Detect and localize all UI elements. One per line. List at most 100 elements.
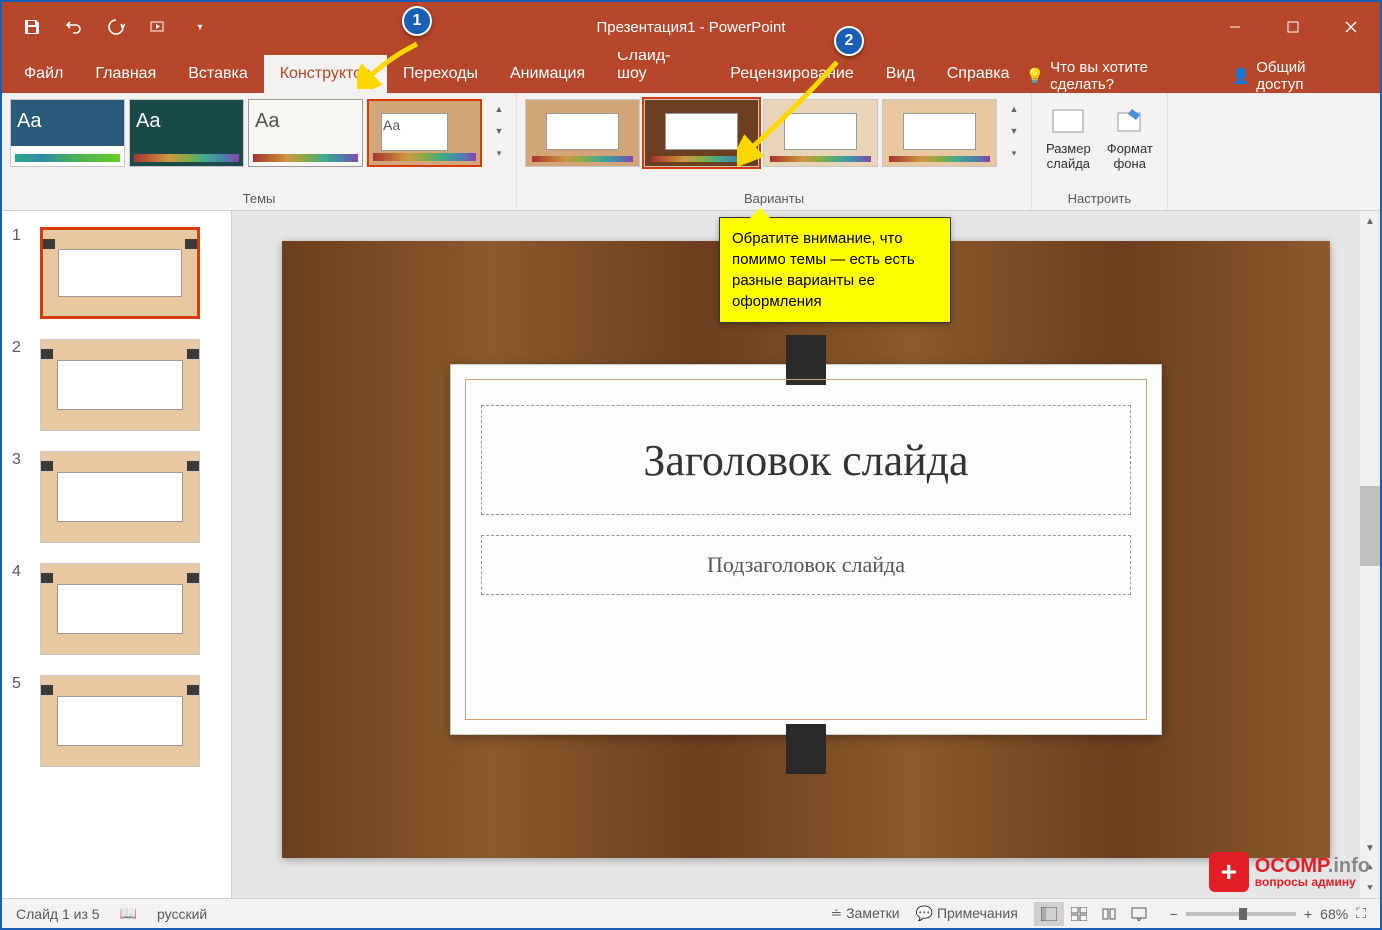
share-label: Общий доступ (1256, 59, 1354, 93)
annotation-arrow-2 (737, 57, 847, 167)
zoom-slider[interactable] (1186, 912, 1296, 916)
slide-thumbnail[interactable] (40, 675, 200, 767)
tab-help[interactable]: Справка (931, 55, 1026, 93)
slide-thumbnails-panel[interactable]: 1 2 3 4 5 (2, 211, 232, 898)
tab-file[interactable]: Файл (8, 55, 79, 93)
tell-me-search[interactable]: 💡 Что вы хотите сделать? (1025, 59, 1211, 93)
window-controls (1206, 2, 1380, 52)
slide-number: 4 (12, 563, 30, 581)
theme-thumbnail[interactable]: Aa (129, 99, 244, 167)
slide-sorter-view-icon[interactable] (1064, 902, 1094, 926)
format-background-icon (1112, 103, 1148, 139)
status-bar: Слайд 1 из 5 📖 русский ≐ Заметки 💬 Приме… (2, 898, 1380, 928)
ribbon-tabs: Файл Главная Вставка Конструктор Переход… (2, 52, 1380, 93)
theme-thumbnail[interactable]: Aa (248, 99, 363, 167)
gallery-expand-icon[interactable]: ▾ (1006, 143, 1022, 163)
slide-size-icon (1050, 103, 1086, 139)
tell-me-label: Что вы хотите сделать? (1050, 59, 1211, 93)
slide-counter: Слайд 1 из 5 (16, 906, 100, 922)
close-button[interactable] (1322, 2, 1380, 52)
zoom-in-button[interactable]: + (1304, 906, 1312, 922)
reading-view-icon[interactable] (1094, 902, 1124, 926)
tab-animations[interactable]: Анимация (494, 55, 601, 93)
slide-thumbnail[interactable] (40, 563, 200, 655)
slide-thumbnail-item[interactable]: 1 (12, 227, 221, 319)
normal-view-icon[interactable] (1034, 902, 1064, 926)
quick-access-toolbar: ▾ (2, 15, 230, 39)
themes-group: Aa Aa Aa Aa ▲ ▼ ▾ Темы (2, 93, 517, 210)
language-indicator[interactable]: русский (157, 906, 207, 922)
annotation-marker-2: 2 (834, 26, 864, 56)
annotation-arrow-1 (357, 39, 427, 89)
gallery-up-icon[interactable]: ▲ (1006, 99, 1022, 119)
watermark-sub: вопросы админу (1255, 876, 1370, 888)
annotation-callout: Обратите внимание, что помимо темы — ест… (719, 217, 951, 323)
subtitle-placeholder[interactable]: Подзаголовок слайда (481, 535, 1132, 595)
workspace: 1 2 3 4 5 Заголовок слайда Подзаго (2, 211, 1380, 898)
themes-group-label: Темы (243, 187, 276, 210)
slide-thumbnail-item[interactable]: 4 (12, 563, 221, 655)
slide-size-label: Размер слайда (1046, 141, 1091, 171)
slide-thumbnail-item[interactable]: 5 (12, 675, 221, 767)
zoom-percent[interactable]: 68% (1320, 906, 1348, 922)
variant-thumbnail[interactable] (882, 99, 997, 167)
spellcheck-icon[interactable]: 📖 (120, 905, 137, 922)
gallery-down-icon[interactable]: ▼ (1006, 121, 1022, 141)
clip-decoration-bottom (786, 724, 826, 774)
tab-view[interactable]: Вид (870, 55, 931, 93)
slide-number: 5 (12, 675, 30, 693)
share-icon: 👤 (1232, 67, 1251, 85)
fit-to-window-icon[interactable]: ⛶ (1356, 905, 1366, 922)
slide-canvas[interactable]: Заголовок слайда Подзаголовок слайда (282, 241, 1330, 858)
vertical-scrollbar[interactable]: ▲ ▼ ⯅ ⯆ (1360, 211, 1380, 898)
zoom-out-button[interactable]: − (1170, 906, 1178, 922)
format-background-button[interactable]: Формат фона (1101, 99, 1159, 175)
start-from-beginning-icon[interactable] (146, 15, 170, 39)
zoom-control: − + 68% ⛶ (1170, 905, 1366, 922)
gallery-expand-icon[interactable]: ▾ (491, 143, 507, 163)
watermark-info: .info (1328, 855, 1370, 877)
watermark-badge-icon: + (1209, 852, 1249, 892)
minimize-button[interactable] (1206, 2, 1264, 52)
redo-icon[interactable] (104, 15, 128, 39)
slide-number: 1 (12, 227, 30, 245)
window-title: Презентация1 - PowerPoint (597, 19, 786, 36)
scroll-up-icon[interactable]: ▲ (1360, 211, 1380, 231)
watermark-main: OCOMP (1255, 855, 1328, 877)
tab-home[interactable]: Главная (79, 55, 172, 93)
tab-insert[interactable]: Вставка (172, 55, 263, 93)
slide-thumbnail[interactable] (40, 451, 200, 543)
slide-thumbnail-item[interactable]: 2 (12, 339, 221, 431)
undo-icon[interactable] (62, 15, 86, 39)
annotation-marker-1: 1 (402, 6, 432, 36)
format-background-label: Формат фона (1107, 141, 1153, 171)
theme-thumbnail[interactable]: Aa (10, 99, 125, 167)
gallery-up-icon[interactable]: ▲ (491, 99, 507, 119)
slide-number: 2 (12, 339, 30, 357)
ribbon: Aa Aa Aa Aa ▲ ▼ ▾ Темы ▲ ▼ ▾ Варианты (2, 93, 1380, 211)
variants-gallery-more[interactable]: ▲ ▼ ▾ (1005, 99, 1023, 163)
customize-group: Размер слайда Формат фона Настроить (1032, 93, 1168, 210)
scrollbar-thumb[interactable] (1360, 486, 1380, 566)
comments-button[interactable]: 💬 Примечания (916, 905, 1018, 922)
variant-thumbnail[interactable] (525, 99, 640, 167)
customize-group-label: Настроить (1068, 187, 1132, 210)
title-placeholder[interactable]: Заголовок слайда (481, 405, 1132, 515)
slide-size-button[interactable]: Размер слайда (1040, 99, 1097, 175)
lightbulb-icon: 💡 (1025, 67, 1044, 85)
maximize-button[interactable] (1264, 2, 1322, 52)
share-button[interactable]: 👤 Общий доступ (1232, 59, 1355, 93)
slide-thumbnail-item[interactable]: 3 (12, 451, 221, 543)
view-buttons (1034, 902, 1154, 926)
slide-thumbnail[interactable] (40, 227, 200, 319)
qat-customize-icon[interactable]: ▾ (188, 15, 212, 39)
slide-thumbnail[interactable] (40, 339, 200, 431)
themes-gallery-more[interactable]: ▲ ▼ ▾ (490, 99, 508, 163)
slideshow-view-icon[interactable] (1124, 902, 1154, 926)
slide-number: 3 (12, 451, 30, 469)
save-icon[interactable] (20, 15, 44, 39)
theme-thumbnail-selected[interactable]: Aa (367, 99, 482, 167)
gallery-down-icon[interactable]: ▼ (491, 121, 507, 141)
title-bar: ▾ Презентация1 - PowerPoint (2, 2, 1380, 52)
notes-button[interactable]: ≐ Заметки (830, 905, 899, 922)
